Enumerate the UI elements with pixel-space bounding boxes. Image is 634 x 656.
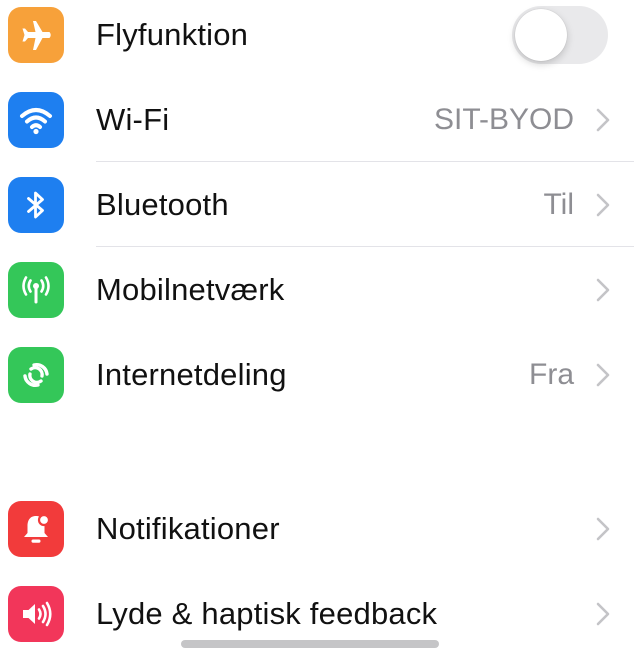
- bluetooth-label: Bluetooth: [96, 186, 229, 222]
- alerts-settings-group: Notifikationer Lyde & haptisk feedback: [0, 486, 634, 656]
- notifications-icon: [8, 500, 64, 557]
- wifi-icon: [8, 91, 64, 148]
- personal-hotspot-label: Internetdeling: [96, 356, 287, 392]
- personal-hotspot-value: Fra: [529, 357, 574, 391]
- chevron-right-icon: [596, 517, 610, 540]
- bluetooth-icon: [8, 176, 64, 233]
- cellular-row[interactable]: Mobilnetværk: [0, 247, 634, 332]
- cellular-icon: [8, 261, 64, 318]
- airplane-icon: [8, 6, 64, 63]
- wifi-label: Wi-Fi: [96, 101, 170, 137]
- personal-hotspot-row[interactable]: Internetdeling Fra: [0, 332, 634, 417]
- airplane-mode-row: Flyfunktion: [0, 0, 634, 77]
- chevron-right-icon: [596, 363, 610, 386]
- bluetooth-status-value: Til: [543, 187, 574, 221]
- chevron-right-icon: [596, 108, 610, 131]
- speaker-icon: [8, 585, 64, 642]
- airplane-mode-toggle[interactable]: [512, 5, 608, 64]
- toggle-knob: [515, 8, 567, 61]
- sounds-haptics-label: Lyde & haptisk feedback: [96, 595, 438, 631]
- connectivity-settings-group: Flyfunktion Wi-Fi SIT-BYOD Bluetooth Til: [0, 0, 634, 417]
- home-indicator[interactable]: [181, 640, 439, 648]
- notifications-label: Notifikationer: [96, 510, 280, 546]
- chevron-right-icon: [596, 278, 610, 301]
- chevron-right-icon: [596, 602, 610, 625]
- wifi-row[interactable]: Wi-Fi SIT-BYOD: [0, 77, 634, 162]
- cellular-label: Mobilnetværk: [96, 271, 285, 307]
- bluetooth-row[interactable]: Bluetooth Til: [0, 162, 634, 247]
- airplane-mode-label: Flyfunktion: [96, 16, 249, 52]
- hotspot-icon: [8, 346, 64, 403]
- notifications-row[interactable]: Notifikationer: [0, 486, 634, 571]
- chevron-right-icon: [596, 193, 610, 216]
- wifi-network-value: SIT-BYOD: [433, 102, 574, 136]
